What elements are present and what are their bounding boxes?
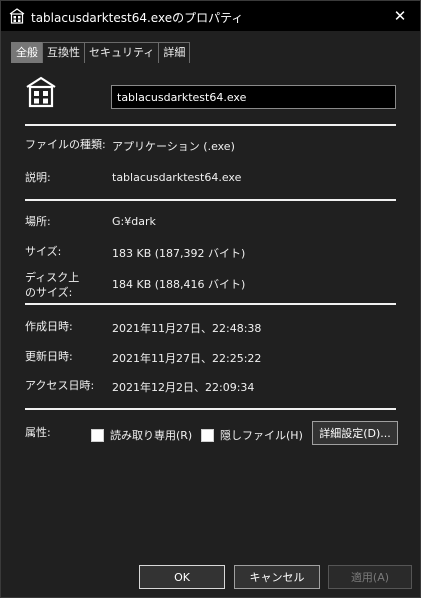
location-value: G:¥dark <box>112 215 156 228</box>
app-building-icon <box>26 76 56 108</box>
modified-value: 2021年11月27日、22:25:22 <box>112 352 262 365</box>
general-panel <box>11 63 410 549</box>
close-button[interactable]: ✕ <box>380 1 420 31</box>
readonly-label: 読み取り専用(R) <box>110 429 193 442</box>
size-value: 183 KB (187,392 バイト) <box>112 247 246 260</box>
readonly-checkbox[interactable]: 読み取り専用(R) <box>91 427 192 443</box>
cancel-button[interactable]: キャンセル <box>234 565 320 589</box>
close-icon: ✕ <box>393 7 407 25</box>
description-value: tablacusdarktest64.exe <box>112 171 242 184</box>
separator <box>25 199 396 201</box>
size-on-disk-label-line1: ディスク上 <box>25 271 80 284</box>
size-on-disk-label-line2: のサイズ: <box>25 286 73 299</box>
checkbox-box[interactable] <box>91 428 104 442</box>
advanced-button[interactable]: 詳細設定(D)... <box>312 421 398 445</box>
created-label: 作成日時: <box>25 320 73 333</box>
tab-security[interactable]: セキュリティ <box>84 42 160 63</box>
ok-button[interactable]: OK <box>139 565 225 589</box>
description-label: 説明: <box>25 171 51 184</box>
size-label: サイズ: <box>25 245 62 258</box>
modified-label: 更新日時: <box>25 350 73 363</box>
created-value: 2021年11月27日、22:48:38 <box>112 322 262 335</box>
tab-general[interactable]: 全般 <box>11 42 43 63</box>
file-type-value: アプリケーション (.exe) <box>112 140 235 153</box>
separator <box>25 124 396 126</box>
hidden-label: 隠しファイル(H) <box>220 429 303 442</box>
file-type-label: ファイルの種類: <box>25 138 106 151</box>
file-name-input[interactable] <box>111 85 396 109</box>
tab-strip: 全般 互換性 セキュリティ 詳細 <box>11 42 191 64</box>
separator <box>25 303 396 305</box>
properties-window: tablacusdarktest64.exeのプロパティ ✕ 全般 互換性 セキ… <box>0 0 421 598</box>
app-building-icon <box>9 8 25 24</box>
hidden-checkbox[interactable]: 隠しファイル(H) <box>201 427 303 443</box>
size-on-disk-value: 184 KB (188,416 バイト) <box>112 278 246 291</box>
title-bar[interactable]: tablacusdarktest64.exeのプロパティ ✕ <box>1 1 420 31</box>
tab-details[interactable]: 詳細 <box>158 42 191 63</box>
tab-compatibility[interactable]: 互換性 <box>42 42 85 63</box>
checkbox-box[interactable] <box>201 428 214 442</box>
apply-button[interactable]: 適用(A) <box>328 565 412 589</box>
attributes-label: 属性: <box>25 426 51 439</box>
separator <box>25 408 396 410</box>
accessed-value: 2021年12月2日、22:09:34 <box>112 381 255 394</box>
location-label: 場所: <box>25 215 51 228</box>
accessed-label: アクセス日時: <box>25 379 95 392</box>
window-title: tablacusdarktest64.exeのプロパティ <box>31 11 244 25</box>
